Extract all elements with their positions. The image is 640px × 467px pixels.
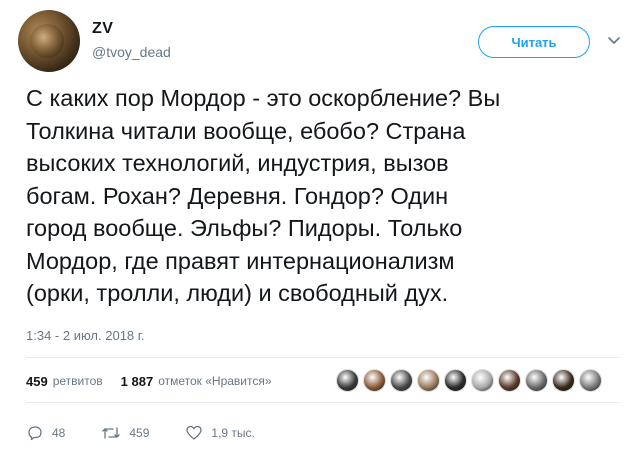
retweets-count[interactable]: 459 xyxy=(26,374,48,389)
user-handle[interactable]: @tvoy_dead xyxy=(92,44,171,60)
reply-button[interactable]: 48 xyxy=(26,424,65,442)
tweet-timestamp[interactable]: 1:34 - 2 июл. 2018 г. xyxy=(26,328,145,343)
likes-label[interactable]: отметок «Нравится» xyxy=(158,374,271,388)
like-button[interactable]: 1,9 тыс. xyxy=(185,424,255,442)
retweet-icon xyxy=(102,427,121,439)
follow-button[interactable]: Читать xyxy=(478,26,590,58)
liker-avatar[interactable] xyxy=(579,369,602,392)
retweets-label[interactable]: ретвитов xyxy=(53,374,103,388)
reply-count: 48 xyxy=(52,426,66,440)
display-name[interactable]: ZV xyxy=(92,20,113,38)
likes-count[interactable]: 1 887 xyxy=(121,374,154,389)
divider xyxy=(26,357,620,358)
liker-avatar[interactable] xyxy=(444,369,467,392)
tweet-actions: 48 459 1,9 тыс. xyxy=(26,421,291,445)
liker-avatars xyxy=(336,369,606,393)
tweet-text: С каких пор Мордор - это оскорбление? Вы… xyxy=(26,85,501,306)
divider xyxy=(26,402,620,403)
retweet-count: 459 xyxy=(129,426,150,440)
like-count: 1,9 тыс. xyxy=(211,426,255,440)
liker-avatar[interactable] xyxy=(363,369,386,392)
liker-avatar[interactable] xyxy=(525,369,548,392)
avatar[interactable] xyxy=(18,10,80,72)
liker-avatar[interactable] xyxy=(498,369,521,392)
liker-avatar[interactable] xyxy=(336,369,359,392)
retweet-button[interactable]: 459 xyxy=(101,424,149,442)
liker-avatar[interactable] xyxy=(552,369,575,392)
tweet-header: ZV @tvoy_dead Читать xyxy=(18,10,622,72)
chevron-down-icon[interactable] xyxy=(606,32,622,48)
heart-icon xyxy=(186,425,203,440)
liker-avatar[interactable] xyxy=(471,369,494,392)
tweet-stats: 459 ретвитов 1 887 отметок «Нравится» xyxy=(26,370,290,392)
liker-avatar[interactable] xyxy=(390,369,413,392)
liker-avatar[interactable] xyxy=(417,369,440,392)
reply-icon xyxy=(28,426,42,441)
tweet-card: ZV @tvoy_dead Читать С каких пор Мордор … xyxy=(0,0,640,467)
